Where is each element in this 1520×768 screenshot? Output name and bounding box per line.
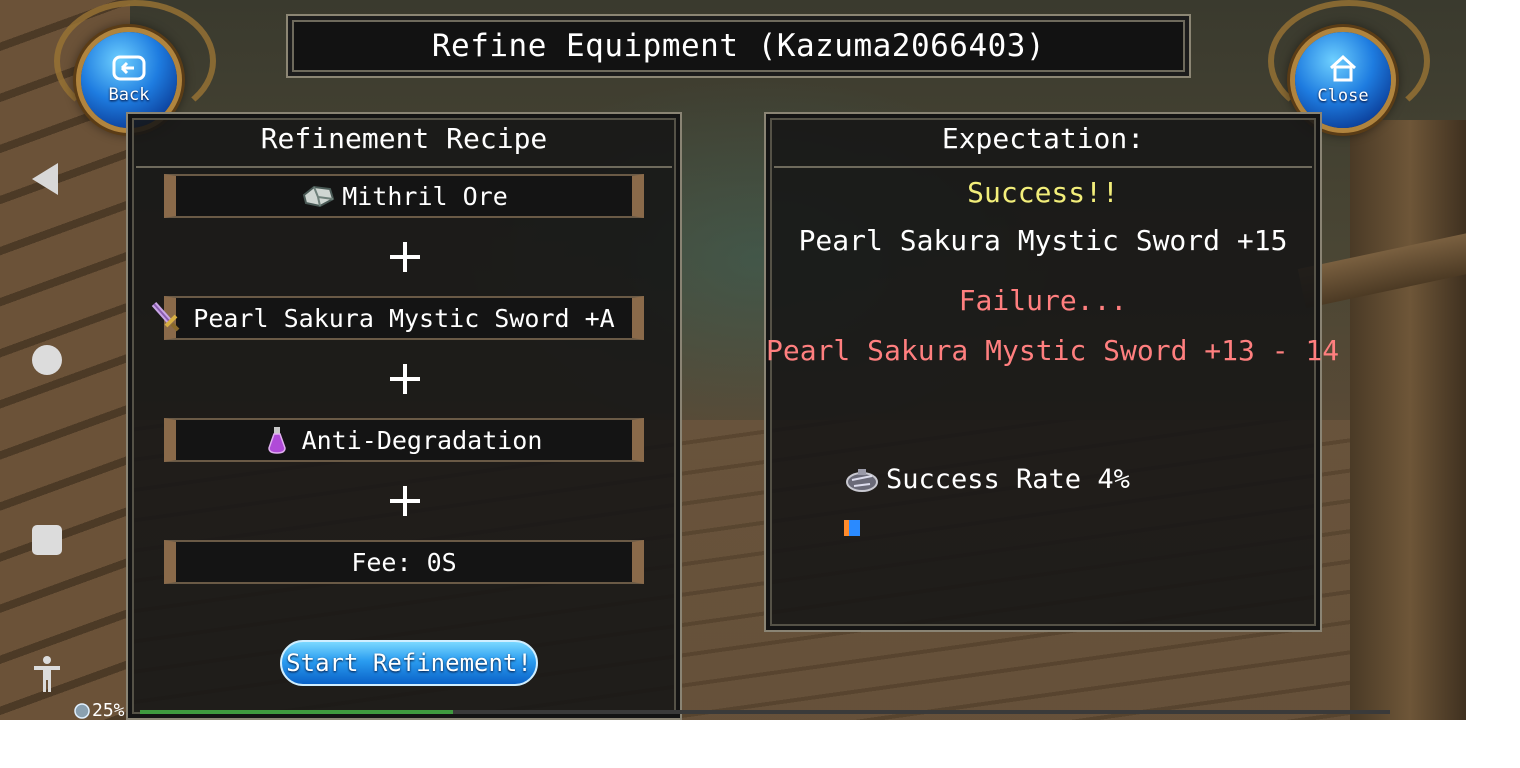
success-rate-bar-fill: [844, 520, 860, 536]
exp-orb-icon: [74, 702, 90, 719]
success-label: Success!!: [967, 176, 1119, 209]
divider: [136, 166, 672, 168]
exp-bar: [140, 710, 1390, 714]
pillar-background: [1350, 120, 1466, 720]
recipe-heading: Refinement Recipe: [260, 122, 548, 155]
home-icon: [1329, 54, 1357, 82]
accessibility-icon[interactable]: [34, 656, 60, 692]
fee-label: Fee: 0S: [351, 547, 457, 577]
start-refinement-button[interactable]: Start Refinement!: [280, 640, 538, 686]
hammer-icon: [846, 468, 878, 492]
recipe-slot-additive[interactable]: Anti-Degradation: [164, 418, 644, 462]
failure-label: Failure...: [958, 284, 1128, 317]
back-label: Back: [108, 85, 150, 105]
potion-icon: [267, 427, 286, 454]
android-back-icon[interactable]: [32, 163, 58, 195]
title-bar: Refine Equipment (Kazuma2066403): [286, 14, 1191, 78]
recipe-slot-fee: Fee: 0S: [164, 540, 644, 584]
page-title: Refine Equipment (Kazuma2066403): [431, 28, 1046, 64]
expectation-panel: Expectation: Success!! Pearl Sakura Myst…: [764, 112, 1340, 632]
divider: [774, 166, 1312, 168]
recipe-slot-equipment[interactable]: Pearl Sakura Mystic Sword +A: [164, 296, 644, 340]
plus-icon: [390, 242, 420, 272]
recipe-slot-ore[interactable]: Mithril Ore: [164, 174, 644, 218]
recipe-item-label: Anti-Degradation: [301, 425, 543, 455]
ore-icon: [303, 185, 335, 208]
success-rate-text: Success Rate 4%: [886, 464, 1130, 495]
success-rate: Success Rate 4%: [844, 464, 1130, 495]
android-home-icon[interactable]: [32, 345, 62, 375]
exp-percent: 25%: [92, 700, 125, 721]
android-recents-icon[interactable]: [32, 525, 62, 555]
exp-indicator: 25%: [74, 700, 125, 721]
exp-bar-fill: [140, 710, 453, 714]
success-result: Pearl Sakura Mystic Sword +15: [798, 224, 1288, 257]
plus-icon: [390, 486, 420, 516]
success-rate-bar: [844, 520, 1164, 536]
refinement-recipe-panel: Refinement Recipe Mithril Ore Pearl Saku…: [126, 112, 682, 720]
plus-icon: [390, 364, 420, 394]
return-arrow-icon: [112, 55, 146, 81]
sword-icon: [151, 302, 180, 332]
recipe-item-label: Mithril Ore: [342, 181, 508, 211]
expectation-heading: Expectation:: [941, 122, 1145, 155]
failure-result: Pearl Sakura Mystic Sword +13 - 14: [766, 334, 1340, 367]
recipe-item-label: Pearl Sakura Mystic Sword +A: [193, 303, 615, 333]
close-label: Close: [1317, 86, 1369, 106]
